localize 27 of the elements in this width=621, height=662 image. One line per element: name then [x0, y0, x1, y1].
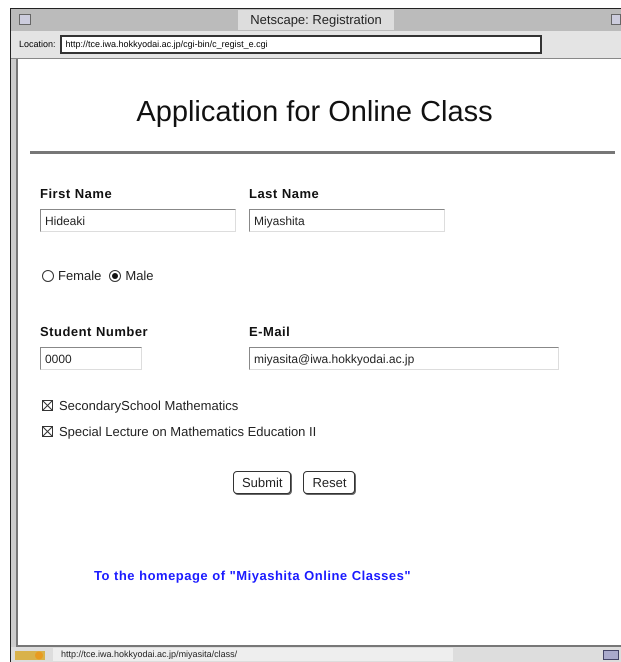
radio-button[interactable] [109, 270, 122, 282]
field-label: First Name [40, 184, 114, 202]
location-field[interactable]: http://tce.iwa.hokkyodai.ac.jp/cgi-bin/c_regist_e.cgi [60, 35, 542, 54]
status-text: http://tce.iwa.hokkyodai.ac.jp/miyasita/class/ [61, 648, 238, 661]
input-field[interactable]: Miyashita [249, 209, 445, 232]
homepage-link[interactable]: To the homepage of "Miyashita Online Classes" [94, 568, 412, 583]
checkbox[interactable] [42, 400, 53, 412]
zoom-box-icon[interactable] [611, 14, 621, 25]
form-button[interactable]: Submit [233, 471, 292, 494]
radio-label: Male [125, 267, 154, 285]
checkbox-label: Special Lecture on Mathematics Education II [59, 422, 316, 441]
radio-label: Female [58, 267, 102, 285]
window-title: Netscape: Registration [238, 10, 394, 30]
field-label: Last Name [249, 184, 320, 202]
url-text: http://tce.iwa.hokkyodai.ac.jp/cgi-bin/c_regist_e.cgi [66, 38, 268, 51]
form-button[interactable]: Reset [303, 471, 356, 494]
input-field[interactable]: Hideaki [40, 209, 236, 232]
field-label: Student Number [40, 322, 150, 340]
location-label: Location: [19, 38, 56, 51]
input-field[interactable]: 0000 [40, 347, 142, 370]
checkbox[interactable] [42, 426, 53, 437]
checkbox-label: SecondarySchool Mathematics [59, 397, 238, 415]
close-box-icon[interactable] [19, 14, 31, 25]
page-heading: Application for Online Class [135, 95, 494, 130]
input-field[interactable]: miyasita@iwa.hokkyodai.ac.jp [249, 347, 559, 370]
field-label: E-Mail [249, 322, 292, 340]
radio-button[interactable] [42, 270, 54, 282]
